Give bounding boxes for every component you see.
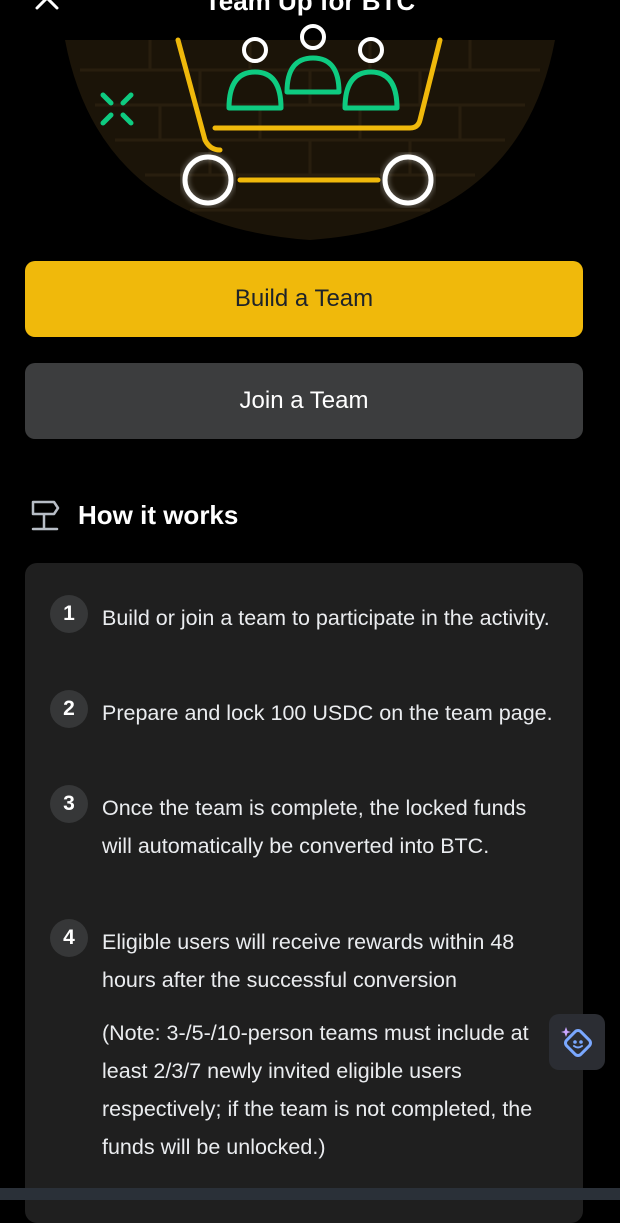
steps-card: 1 Build or join a team to participate in… (25, 563, 583, 1223)
step-text: Eligible users will receive rewards with… (102, 930, 515, 992)
step-number: 3 (50, 785, 88, 823)
team-cart-illustration (65, 24, 555, 240)
step-number: 2 (50, 690, 88, 728)
assistant-sparkle-icon (561, 1027, 592, 1057)
step-text: Once the team is complete, the locked fu… (102, 796, 527, 858)
note-text: (Note: 3-/5-/10-person teams must includ… (102, 1021, 533, 1159)
step-number: 4 (50, 919, 88, 957)
join-team-button[interactable]: Join a Team (25, 363, 583, 439)
step-text: Build or join a team to participate in t… (102, 606, 550, 630)
how-it-works-header: How it works (30, 498, 238, 532)
build-team-button[interactable]: Build a Team (25, 261, 583, 337)
step-number: 1 (50, 595, 88, 633)
section-title: How it works (78, 499, 239, 530)
signpost-icon (31, 500, 60, 531)
assistant-button[interactable] (549, 1014, 605, 1070)
bottom-bar (0, 1188, 620, 1200)
step-text: Prepare and lock 100 USDC on the team pa… (102, 701, 553, 725)
